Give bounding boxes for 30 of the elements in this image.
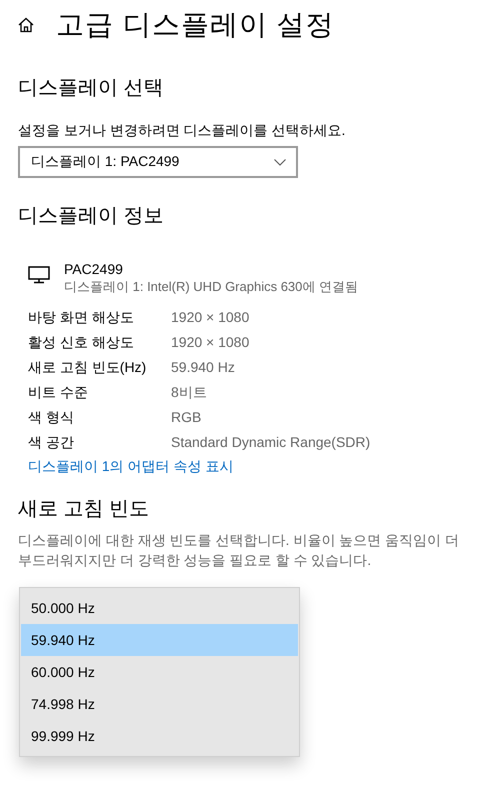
info-value: 1920 × 1080 [171, 308, 250, 327]
adapter-properties-link[interactable]: 디스플레이 1의 어댑터 속성 표시 [28, 455, 234, 477]
home-icon[interactable] [18, 17, 34, 33]
description-text: 설정을 보거나 변경하려면 디스플레이를 선택하세요. [18, 121, 346, 140]
chevron-down-icon [274, 158, 286, 166]
monitor-connection: 디스플레이 1: Intel(R) UHD Graphics 630에 연결됨 [64, 278, 358, 295]
info-value: 8비트 [171, 383, 208, 402]
refresh-rate-option[interactable]: 50.000 Hz [21, 592, 298, 624]
info-value: 1920 × 1080 [171, 333, 250, 352]
info-label: 색 형식 [28, 408, 75, 427]
info-label: 새로 고침 빈도(Hz) [28, 358, 148, 377]
monitor-icon [28, 266, 50, 284]
monitor-name: PAC2499 [64, 261, 124, 278]
info-label: 색 공간 [28, 433, 75, 452]
section-heading: 디스플레이 정보 [18, 204, 165, 229]
info-label: 바탕 화면 해상도 [28, 308, 135, 327]
info-value: 59.940 Hz [171, 358, 236, 377]
info-label: 활성 신호 해상도 [28, 333, 135, 352]
description-text: 디스플레이에 대한 재생 빈도를 선택합니다. 비율이 높으면 움직임이 더 부드러워지지만 더 강력한 성능을 필요로 할 수 있습니다. [18, 531, 460, 570]
page-title: 고급 디스플레이 설정 [56, 8, 335, 42]
section-heading: 새로 고침 빈도 [18, 497, 150, 522]
section-heading: 디스플레이 선택 [18, 76, 165, 101]
refresh-rate-option[interactable]: 99.999 Hz [21, 720, 298, 752]
refresh-rate-option[interactable]: 60.000 Hz [21, 656, 298, 688]
info-label: 비트 수준 [28, 383, 89, 402]
info-value: Standard Dynamic Range(SDR) [171, 433, 372, 452]
refresh-rate-option[interactable]: 74.998 Hz [21, 688, 298, 720]
display-dropdown[interactable]: 디스플레이 1: PAC2499 [18, 146, 298, 178]
refresh-rate-option[interactable]: 59.940 Hz [21, 624, 298, 656]
info-value: RGB [171, 408, 202, 427]
